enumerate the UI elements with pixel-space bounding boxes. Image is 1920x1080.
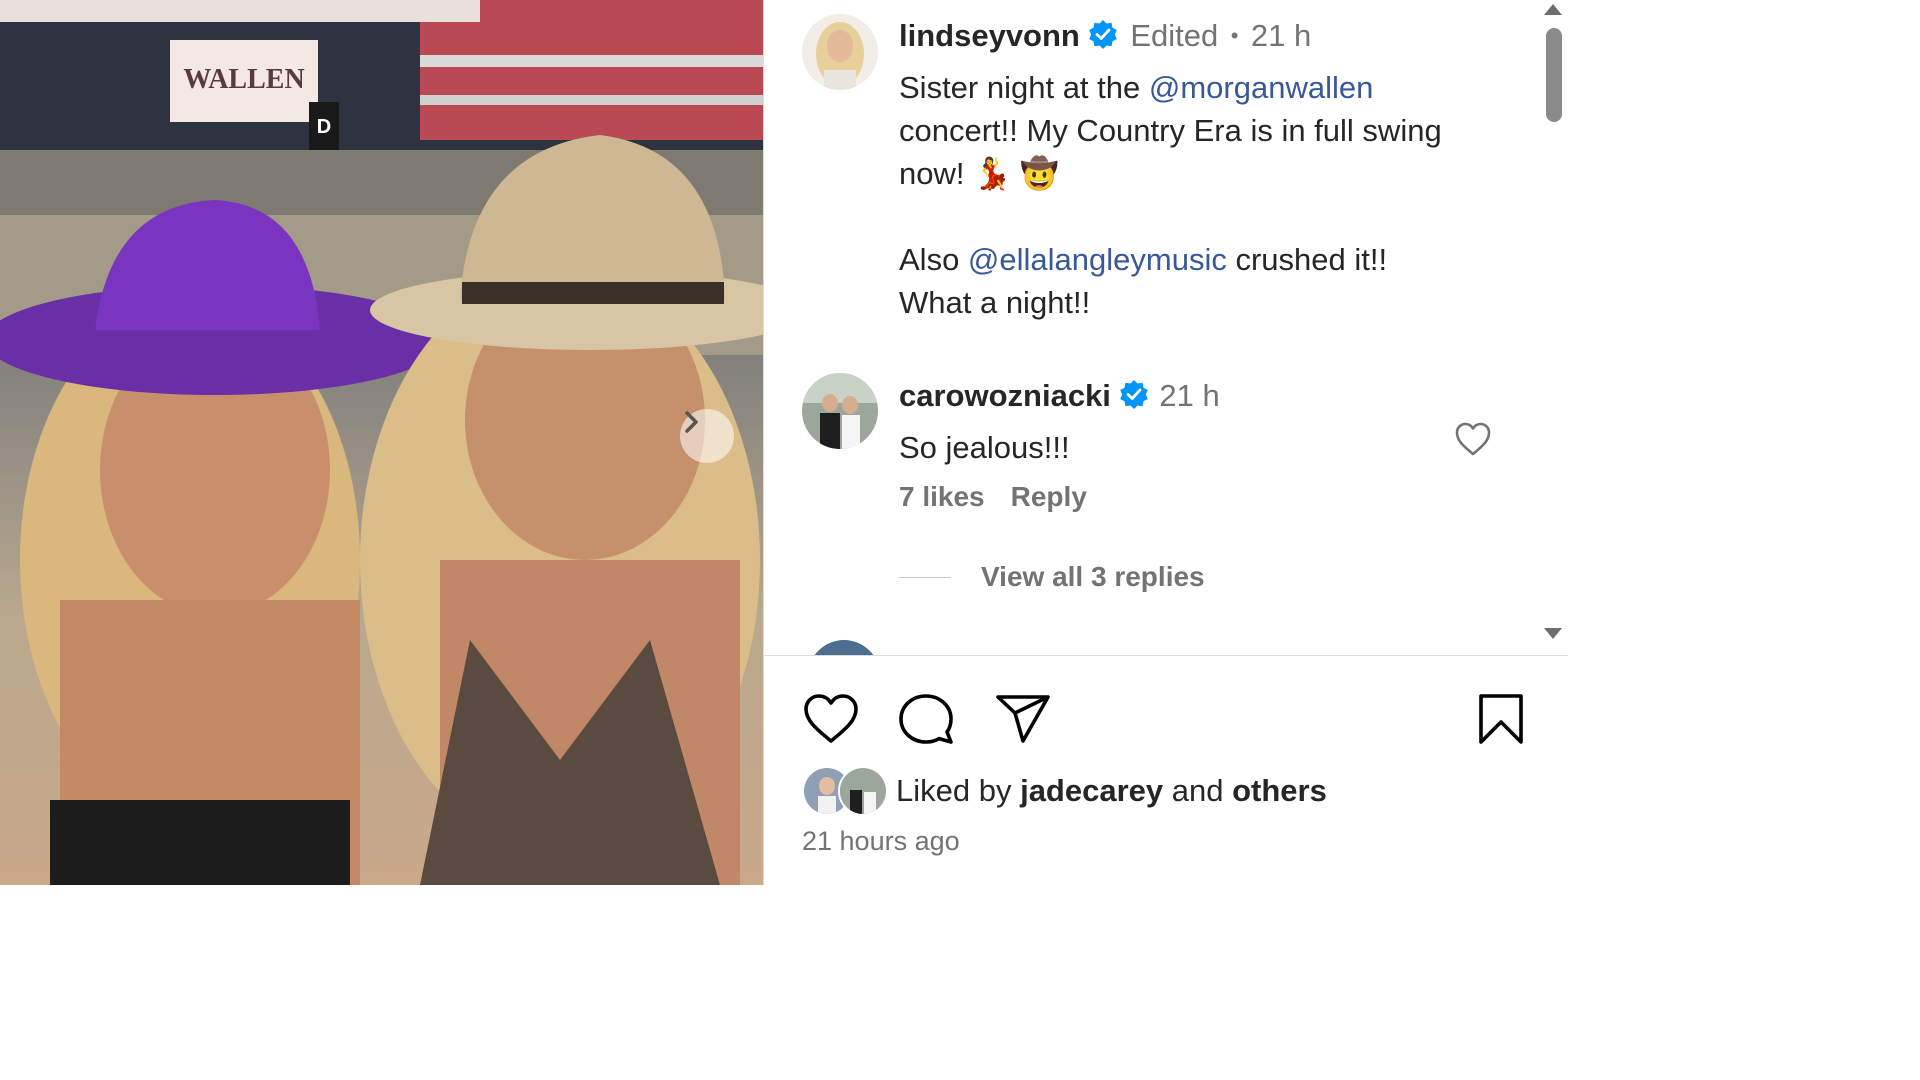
post-timestamp[interactable]: 21 hours ago	[802, 826, 960, 857]
scroll-down-arrow[interactable]	[1544, 628, 1562, 639]
replies-line	[899, 576, 951, 578]
liked-by-row: Liked by jadecarey and others	[802, 766, 1327, 816]
liked-by-others[interactable]: others	[1232, 773, 1327, 809]
comment-actions: 7 likes Reply	[899, 481, 1113, 513]
liked-by-user[interactable]: jadecarey	[1020, 773, 1163, 809]
view-replies-button[interactable]: View all 3 replies	[899, 561, 1205, 593]
partial-avatar	[814, 640, 874, 655]
next-comment-partial	[806, 638, 882, 655]
caption-text-3: now!	[899, 156, 965, 191]
comment-button[interactable]	[897, 692, 955, 753]
caption-text-4: Also	[899, 242, 968, 277]
stage-banner-text: WALLEN	[183, 64, 304, 95]
author-username[interactable]: lindseyvonn	[899, 18, 1080, 53]
comments-scroll-area[interactable]: lindseyvonn Edited • 21 h Sister night a…	[764, 0, 1534, 655]
share-icon	[996, 695, 1050, 743]
save-button[interactable]	[1476, 692, 1526, 751]
heart-icon	[1455, 422, 1491, 456]
comments-scrollbar[interactable]	[1534, 0, 1568, 655]
comment-likes[interactable]: 7 likes	[899, 481, 985, 512]
post-photo: WALLEN D	[0, 0, 763, 885]
edited-label: Edited	[1130, 18, 1219, 53]
chevron-right-icon	[685, 411, 698, 433]
author-avatar-image	[802, 14, 878, 90]
view-replies-label: View all 3 replies	[981, 561, 1205, 592]
liked-by-mid: and	[1163, 773, 1233, 808]
comment-time[interactable]: 21 h	[1159, 378, 1219, 413]
comment-icon	[899, 694, 953, 744]
post-caption: lindseyvonn Edited • 21 h Sister night a…	[899, 14, 1509, 324]
verified-badge-icon	[1088, 19, 1118, 66]
heart-icon	[804, 694, 858, 743]
bookmark-icon	[1479, 694, 1523, 744]
commenter-avatar[interactable]	[802, 373, 878, 449]
liker-avatar-image-2	[840, 768, 886, 814]
mention-ellalangleymusic[interactable]: @ellalangleymusic	[968, 242, 1227, 277]
caption-text-4b: crushed it!!	[1226, 242, 1388, 277]
verified-badge-icon	[1119, 379, 1149, 426]
author-avatar[interactable]	[802, 14, 878, 90]
liker-avatar-2[interactable]	[838, 766, 888, 816]
liked-avatars	[802, 766, 892, 816]
comments-panel: lindseyvonn Edited • 21 h Sister night a…	[764, 0, 1568, 885]
post-time[interactable]: 21 h	[1251, 18, 1311, 53]
next-photo-button[interactable]	[680, 409, 734, 463]
comment-item: carowozniacki 21 h So jealous!!!	[899, 374, 1459, 469]
reply-button[interactable]: Reply	[1011, 481, 1087, 512]
meta-separator: •	[1230, 23, 1239, 48]
like-post-button[interactable]	[802, 692, 860, 751]
like-comment-button[interactable]	[1454, 421, 1492, 462]
caption-text-1: Sister night at the	[899, 70, 1149, 105]
comment-username[interactable]: carowozniacki	[899, 378, 1111, 413]
caption-text-2: concert!! My Country Era is in full swin…	[899, 113, 1442, 148]
scroll-thumb[interactable]	[1546, 28, 1562, 122]
post-actions: Liked by jadecarey and others 21 hours a…	[764, 656, 1568, 885]
mention-morganwallen[interactable]: @morganwallen	[1149, 70, 1373, 105]
share-button[interactable]	[993, 692, 1053, 751]
caption-emojis: 💃 🤠	[973, 156, 1059, 191]
section-sign-text: D	[317, 116, 331, 138]
caption-text-5: What a night!!	[899, 285, 1091, 320]
comment-text: So jealous!!!	[899, 430, 1070, 465]
concert-photo-illustration: WALLEN D	[0, 0, 763, 885]
liked-by-prefix: Liked by	[896, 773, 1021, 808]
commenter-avatar-image	[802, 373, 878, 449]
scroll-up-arrow[interactable]	[1544, 4, 1562, 15]
